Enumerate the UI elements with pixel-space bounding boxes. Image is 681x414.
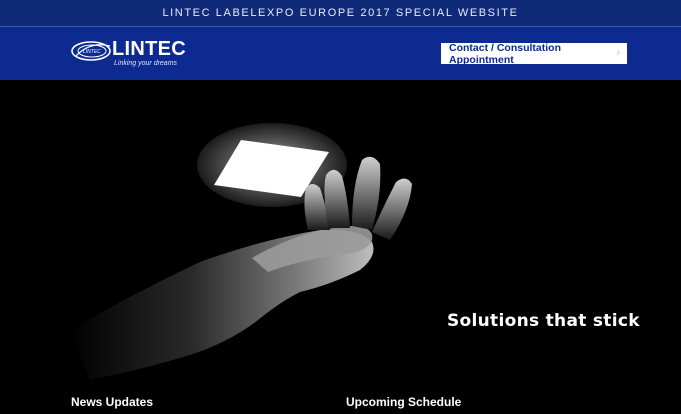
top-banner-title: LINTEC LABELEXPO EUROPE 2017 SPECIAL WEB… <box>162 7 519 19</box>
news-updates-heading: News Updates <box>71 395 154 409</box>
logo-wordmark: LINTEC <box>112 38 187 60</box>
hero-banner: Solutions that stick <box>0 80 681 414</box>
hero-tagline: Solutions that stick <box>447 311 640 331</box>
chevron-right-icon: › <box>616 47 620 58</box>
upcoming-schedule-heading: Upcoming Schedule <box>346 395 462 409</box>
hero-illustration <box>70 123 412 380</box>
site-header: LINTEC LINTEC Linking your dreams Contac… <box>0 27 681 80</box>
contact-consultation-button[interactable]: Contact / Consultation Appointment › <box>441 41 627 66</box>
logo-tagline: Linking your dreams <box>114 60 178 67</box>
lintec-logo-mark-icon: LINTEC <box>71 41 111 61</box>
top-banner: LINTEC LABELEXPO EUROPE 2017 SPECIAL WEB… <box>0 0 681 27</box>
lintec-logo[interactable]: LINTEC LINTEC Linking your dreams <box>70 36 186 70</box>
contact-button-label: Contact / Consultation Appointment <box>449 41 561 66</box>
hand-finger-3 <box>352 156 381 230</box>
logo-mark-text: LINTEC <box>83 49 101 55</box>
hand-finger-2 <box>324 169 350 228</box>
